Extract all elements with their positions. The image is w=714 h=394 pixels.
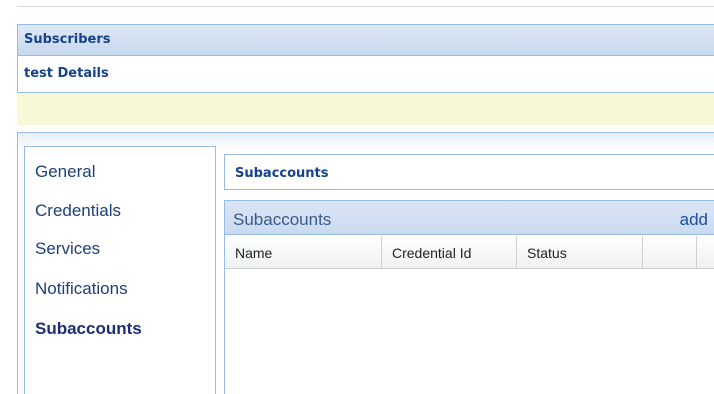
subaccounts-grid: Subaccounts add Name Credential Id Statu… — [224, 200, 714, 394]
grid-title-bar: Subaccounts add — [225, 201, 714, 235]
grid-title: Subaccounts — [233, 210, 332, 229]
page-header: Subscribers — [17, 24, 714, 56]
details-header: test Details — [17, 56, 714, 93]
column-header-credential-id[interactable]: Credential Id — [382, 236, 517, 269]
sidebar-item-notifications[interactable]: Notifications — [35, 279, 128, 299]
sidebar-item-subaccounts[interactable]: Subaccounts — [35, 319, 142, 339]
column-header-name[interactable]: Name — [225, 236, 382, 269]
message-bar — [17, 93, 714, 125]
details-title: test Details — [24, 66, 109, 81]
sidebar-item-credentials[interactable]: Credentials — [35, 201, 121, 221]
column-header-status[interactable]: Status — [517, 236, 643, 269]
add-subaccount-link[interactable]: add — [680, 210, 708, 230]
section-header: Subaccounts — [224, 154, 714, 190]
section-title: Subaccounts — [235, 166, 329, 181]
sidebar-nav: General Credentials Services Notificatio… — [24, 146, 216, 394]
grid-column-header: Name Credential Id Status — [225, 236, 714, 269]
column-header-actions — [643, 236, 697, 269]
page-title: Subscribers — [24, 32, 111, 47]
sidebar-item-services[interactable]: Services — [35, 239, 100, 259]
top-divider — [17, 6, 714, 7]
sidebar-item-general[interactable]: General — [35, 162, 95, 182]
